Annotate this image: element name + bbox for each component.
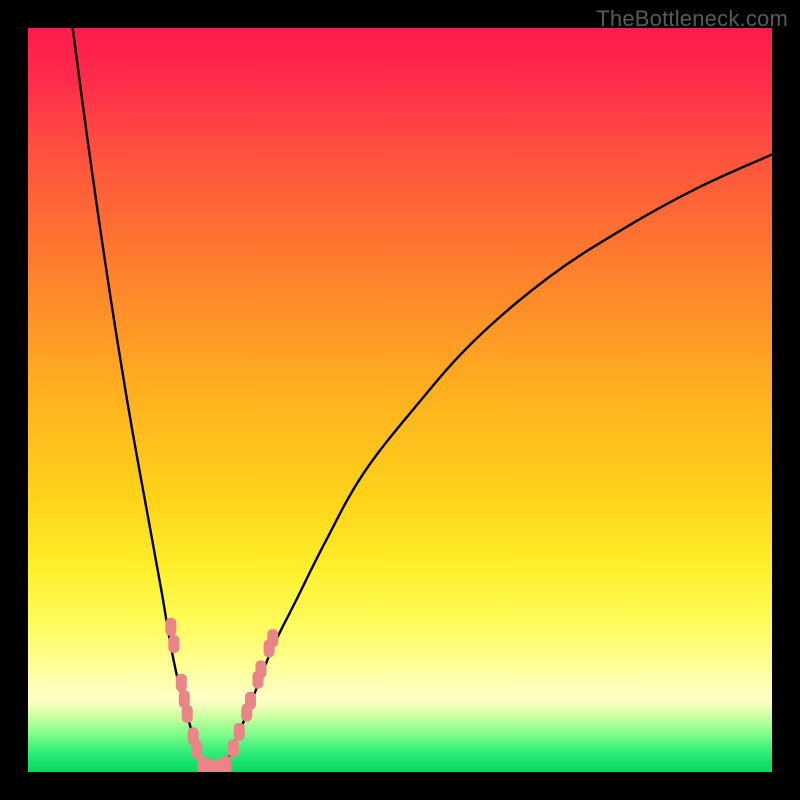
- marker: [228, 739, 239, 757]
- marker: [245, 692, 256, 710]
- marker: [165, 618, 176, 636]
- marker: [176, 674, 187, 692]
- marker: [220, 756, 231, 772]
- plot-area: [28, 28, 772, 772]
- chart-overlay: [28, 28, 772, 772]
- curve-left-branch: [73, 28, 207, 768]
- data-markers: [165, 618, 278, 772]
- chart-frame: TheBottleneck.com: [0, 0, 800, 800]
- marker: [234, 723, 245, 741]
- marker: [191, 741, 202, 759]
- marker: [255, 660, 266, 678]
- marker: [182, 705, 193, 723]
- marker: [267, 629, 278, 647]
- marker: [168, 635, 179, 653]
- bottleneck-curve: [73, 28, 772, 768]
- watermark-text: TheBottleneck.com: [596, 6, 788, 32]
- curve-right-branch: [221, 154, 772, 768]
